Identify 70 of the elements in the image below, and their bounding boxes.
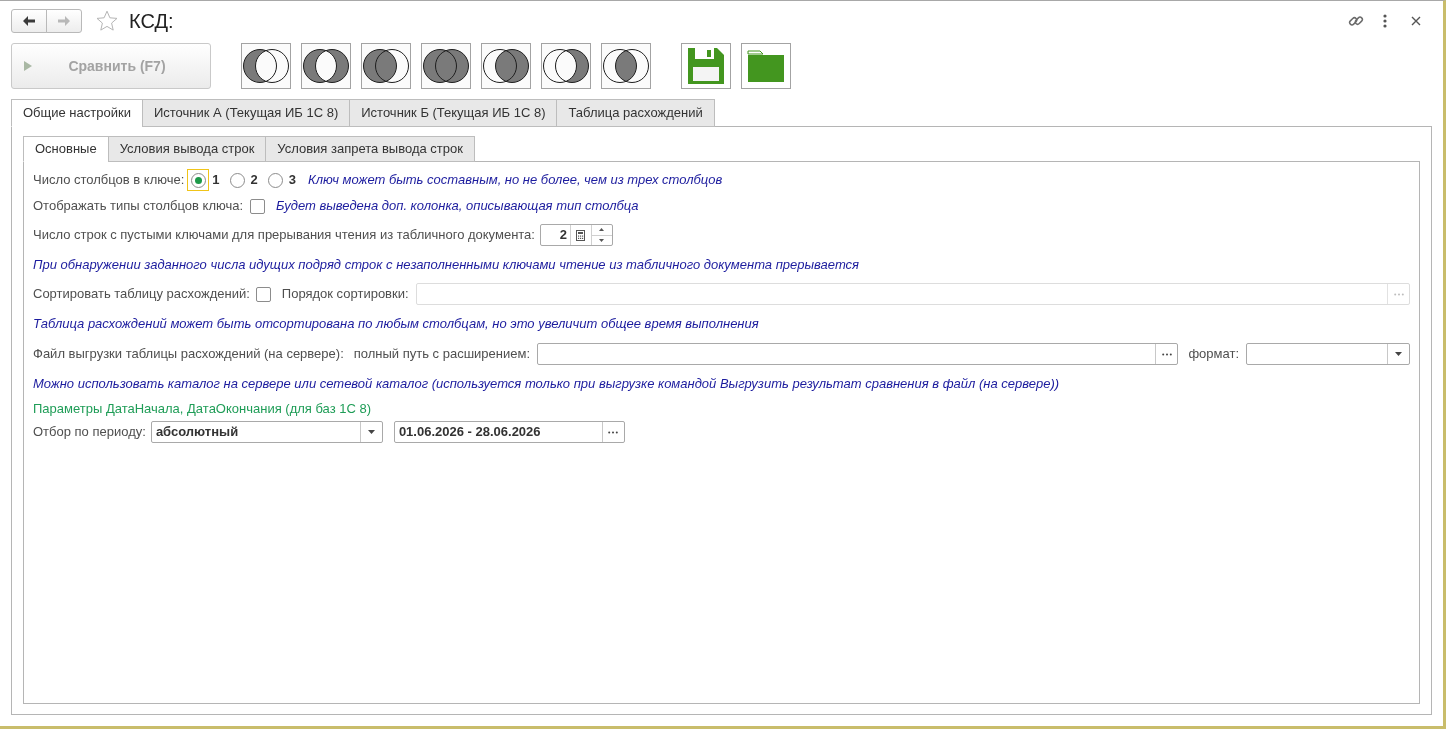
field-label: Сортировать таблицу расхождений: (33, 285, 250, 304)
spin-up-button[interactable] (591, 225, 612, 236)
caret-down-icon (1395, 352, 1402, 356)
set-operation-button[interactable] (361, 43, 411, 89)
section-caption: Параметры ДатаНачала, ДатаОкончания (для баз 1С 8) (33, 400, 372, 419)
more-icon[interactable] (1383, 14, 1387, 28)
ellipsis-icon (608, 430, 619, 434)
link-icon[interactable] (1348, 13, 1364, 29)
number-field[interactable]: 2 (539, 224, 613, 246)
tab[interactable]: Условия вывода строк (107, 136, 267, 162)
save-button[interactable] (681, 43, 731, 89)
caret-down-icon (599, 238, 605, 242)
field-label: Отбор по периоду: (33, 423, 146, 442)
tab[interactable]: Основные (23, 136, 109, 162)
hint-text: При обнаружении заданного числа идущих подряд строк с незаполненными ключами чтение из табличного документа прерывается (33, 256, 860, 275)
format-dropdown[interactable] (1246, 343, 1410, 365)
field-label: Порядок сортировки: (281, 285, 409, 304)
play-icon (24, 61, 32, 71)
tab[interactable]: Условия запрета вывода строк (265, 136, 475, 162)
radio-label: 2 (250, 171, 258, 190)
path-field[interactable] (537, 343, 1179, 365)
checkbox[interactable] (250, 198, 266, 214)
field-label: Число строк с пустыми ключами для прерывания чтения из табличного документа: (33, 226, 535, 245)
venn-diagram-icon (483, 47, 529, 85)
venn-diagram-icon (603, 47, 649, 85)
hint-text: Можно использовать каталог на сервере или сетевой каталог (используется только при выгрузке командой Выгрузить результат сравнения в файл (на сервере)) (33, 375, 1060, 394)
venn-diagram-icon (423, 47, 469, 85)
set-operation-button[interactable] (301, 43, 351, 89)
date-range-field[interactable]: 01.06.2026 - 28.06.2026 (393, 421, 625, 443)
period-dropdown[interactable]: абсолютный (150, 421, 383, 443)
caret-down-icon (367, 430, 375, 434)
close-icon[interactable] (1411, 16, 1421, 26)
radio-label: 1 (212, 171, 220, 190)
set-operation-button[interactable] (241, 43, 291, 89)
venn-diagram-icon (543, 47, 589, 85)
window-title: КСД: (129, 9, 174, 33)
arrow-right-icon (58, 16, 70, 26)
hint-text: Будет выведена доп. колонка, описывающая тип столбца (276, 197, 639, 216)
set-operation-button[interactable] (481, 43, 531, 89)
venn-diagram-icon (363, 47, 409, 85)
field-label: полный путь с расширением: (353, 345, 531, 364)
set-operation-button[interactable] (601, 43, 651, 89)
tab[interactable]: Источник Б (Текущая ИБ 1С 8) (349, 99, 558, 127)
set-operation-button[interactable] (541, 43, 591, 89)
caret-up-icon (599, 228, 605, 232)
radio-button[interactable] (187, 169, 210, 191)
field-label: формат: (1188, 345, 1239, 364)
venn-diagram-icon (303, 47, 349, 85)
folder-icon (747, 49, 785, 83)
field-label: Число столбцов в ключе: (33, 171, 185, 190)
ellipsis-icon (1393, 292, 1404, 296)
field-label: Файл выгрузки таблицы расхождений (на сервере): (33, 345, 344, 364)
star-icon[interactable] (96, 10, 118, 32)
set-operation-button[interactable] (421, 43, 471, 89)
radio-button[interactable] (229, 172, 245, 188)
radio-button[interactable] (267, 172, 283, 188)
checkbox[interactable] (255, 286, 271, 302)
hint-text: Ключ может быть составным, но не более, чем из трех столбцов (308, 171, 723, 190)
venn-diagram-icon (243, 47, 289, 85)
tab[interactable]: Таблица расхождений (556, 99, 715, 127)
back-button[interactable] (11, 9, 47, 33)
arrow-left-icon (23, 16, 35, 26)
field-label: Отображать типы столбцов ключа: (33, 197, 244, 216)
radio-label: 3 (288, 171, 297, 190)
calculator-icon (576, 229, 586, 241)
folder-button[interactable] (741, 43, 791, 89)
tab[interactable]: Источник А (Текущая ИБ 1С 8) (141, 99, 351, 127)
hint-text: Таблица расхождений может быть отсортирована по любым столбцам, но это увеличит общее время выполнения (33, 315, 759, 334)
ellipsis-icon (1161, 352, 1172, 356)
tab[interactable]: Общие настройки (11, 99, 143, 127)
